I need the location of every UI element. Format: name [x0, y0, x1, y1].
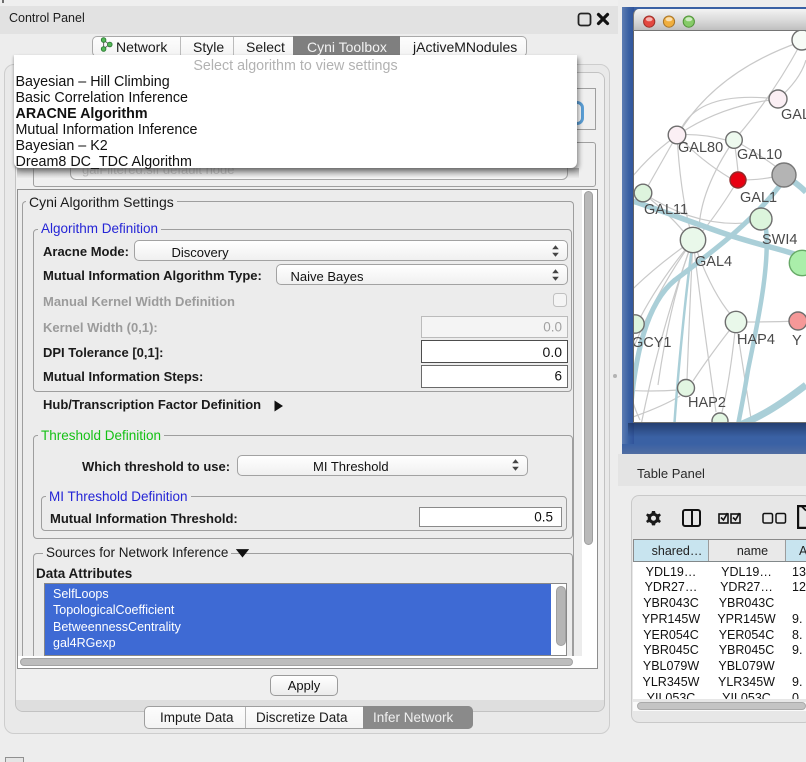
svg-text:GAL4: GAL4 — [695, 254, 732, 270]
svg-text:GAL2: GAL2 — [781, 107, 806, 123]
svg-text:GAL80: GAL80 — [678, 140, 723, 156]
svg-text:GAL10: GAL10 — [737, 147, 782, 163]
svg-text:GAL1: GAL1 — [740, 190, 777, 206]
svg-text:GAL11: GAL11 — [644, 202, 688, 218]
svg-text:SWI4: SWI4 — [762, 232, 797, 248]
svg-text:HAP4: HAP4 — [737, 332, 775, 348]
svg-text:Y: Y — [792, 333, 802, 349]
svg-text:HAP2: HAP2 — [688, 395, 726, 411]
svg-text:GCY1: GCY1 — [634, 335, 672, 351]
